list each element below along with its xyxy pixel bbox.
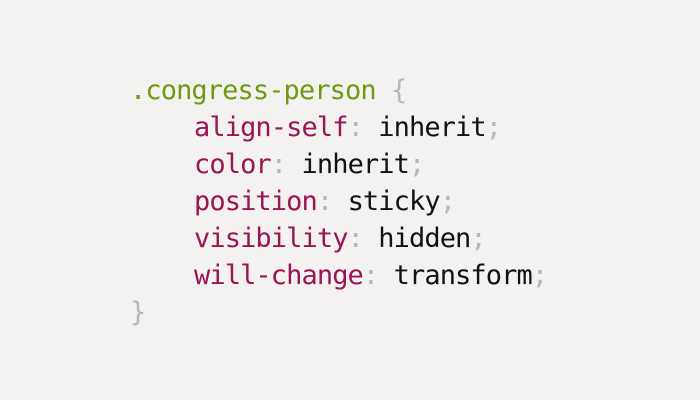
css-property: align-self bbox=[194, 112, 348, 143]
close-brace: } bbox=[130, 297, 146, 328]
css-value: hidden bbox=[378, 223, 471, 254]
css-value: inherit bbox=[378, 112, 486, 143]
css-code-block: .congress-person {align-self: inherit; co… bbox=[130, 72, 548, 331]
colon: : bbox=[316, 186, 333, 217]
declaration-line: align-self: inherit; bbox=[130, 109, 547, 146]
css-value: sticky bbox=[347, 186, 441, 217]
css-property: visibility bbox=[194, 223, 348, 254]
declaration-line: will-change: transform; bbox=[130, 257, 548, 294]
colon: : bbox=[347, 223, 364, 254]
open-brace: { bbox=[391, 75, 407, 106]
css-value: transform bbox=[393, 260, 533, 291]
semicolon: ; bbox=[485, 112, 502, 143]
declaration-line: position: sticky; bbox=[130, 183, 547, 220]
declaration-line: color: inherit; bbox=[130, 146, 547, 183]
css-property: position bbox=[194, 186, 318, 217]
declaration-line: visibility: hidden; bbox=[130, 220, 547, 257]
css-selector: .congress-person bbox=[130, 75, 377, 106]
semicolon: ; bbox=[470, 223, 486, 254]
closing-line: } bbox=[130, 294, 547, 331]
colon: : bbox=[270, 149, 287, 180]
css-value: inherit bbox=[301, 149, 410, 180]
code-snippet-canvas: .congress-person {align-self: inherit; co… bbox=[0, 0, 700, 400]
colon: : bbox=[347, 112, 364, 143]
semicolon: ; bbox=[531, 260, 548, 291]
semicolon: ; bbox=[439, 186, 456, 217]
semicolon: ; bbox=[409, 149, 425, 180]
colon: : bbox=[362, 260, 379, 291]
css-property: color bbox=[194, 149, 272, 180]
selector-line: .congress-person { bbox=[130, 72, 547, 109]
css-property: will-change bbox=[194, 260, 364, 291]
